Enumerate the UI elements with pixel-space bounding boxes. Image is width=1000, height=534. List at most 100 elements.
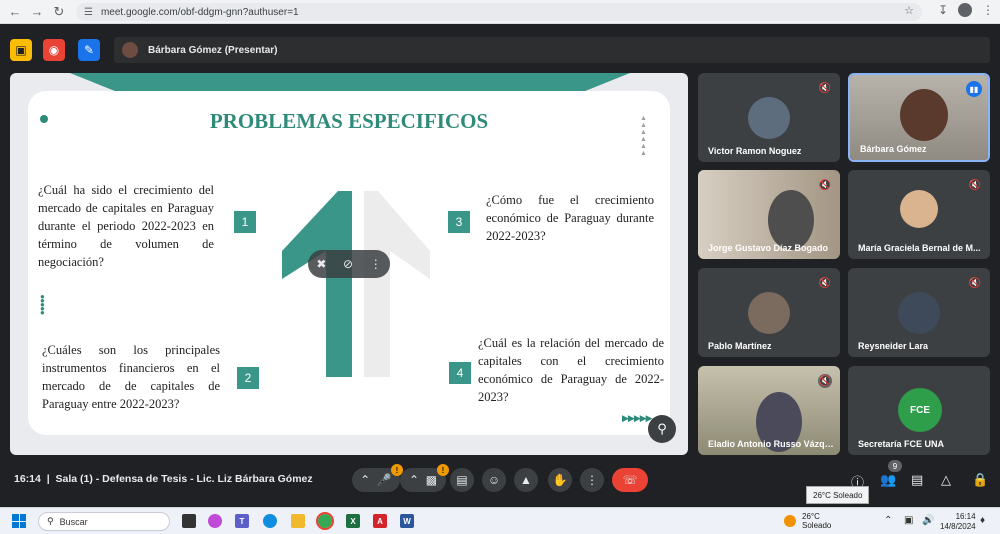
menu-kebab-icon[interactable]: ⋮ bbox=[982, 3, 994, 17]
mic-off-icon: 🔇 bbox=[818, 179, 832, 191]
chevron-up-icon: ⌃ bbox=[408, 473, 420, 487]
chat-icon[interactable]: ▤ bbox=[911, 472, 923, 488]
participant-name: Secretaría FCE UNA bbox=[858, 439, 945, 449]
chevron-up-icon[interactable]: ⌃ bbox=[884, 515, 892, 526]
record-icon[interactable]: ◉ bbox=[43, 39, 65, 61]
participant-tile[interactable]: 🔇 Victor Ramon Noguez bbox=[698, 73, 840, 162]
participant-name: Victor Ramon Noguez bbox=[708, 146, 802, 156]
speaking-indicator-icon: ▮▮ bbox=[966, 81, 982, 97]
windows-start-icon[interactable] bbox=[12, 514, 26, 528]
avatar bbox=[898, 292, 940, 334]
activities-icon[interactable]: △ bbox=[941, 472, 951, 488]
hide-video-icon[interactable]: ⊘ bbox=[343, 257, 353, 271]
slide-title: PROBLEMAS ESPECIFICOS bbox=[209, 109, 489, 133]
presenter-chip[interactable]: Bárbara Gómez (Presentar) bbox=[114, 37, 990, 63]
bookmark-star-icon[interactable]: ☆ bbox=[904, 4, 914, 17]
url-text: meet.google.com/obf-ddgm-gnn?authuser=1 bbox=[100, 6, 299, 18]
mic-button[interactable]: ⌃ 🎤 ! bbox=[352, 464, 403, 492]
weather-tooltip: 26°C Soleado bbox=[806, 486, 870, 504]
mic-off-icon: 🔇 bbox=[818, 277, 832, 289]
slide-header-band bbox=[70, 73, 630, 91]
excel-icon[interactable]: X bbox=[346, 514, 360, 528]
mic-off-icon: 🔇 bbox=[818, 374, 832, 388]
reactions-button[interactable]: ☺ bbox=[482, 468, 506, 492]
weather-temp: 26°C bbox=[802, 512, 820, 521]
presentation-area: PROBLEMAS ESPECIFICOS ▲ ▲ ▲ ▲ ▲ ▲ ¿Cuál ha si… bbox=[10, 73, 688, 455]
edge-icon[interactable] bbox=[263, 514, 277, 528]
volume-icon[interactable]: 🔊 bbox=[922, 515, 934, 526]
stop-presenting-icon[interactable]: ▣ bbox=[10, 39, 32, 61]
participant-name: Jorge Gustavo Díaz Bogado bbox=[708, 243, 829, 253]
address-bar[interactable]: ☰ meet.google.com/obf-ddgm-gnn?authuser=… bbox=[76, 3, 922, 21]
avatar bbox=[748, 292, 790, 334]
host-controls-icon[interactable]: 🔒 bbox=[972, 472, 988, 488]
participant-tile[interactable]: 🔇 Eladio Antonio Russo Vázqu... bbox=[698, 366, 840, 455]
participant-name: Reysneider Lara bbox=[858, 341, 929, 351]
notification-bell-icon[interactable]: ♦ bbox=[980, 515, 985, 526]
question-4-number: 4 bbox=[449, 362, 471, 384]
leave-call-button[interactable]: ☏ bbox=[612, 468, 648, 492]
taskbar-clock[interactable]: 16:14 14/8/2024 bbox=[940, 512, 976, 532]
decorative-arrow-dots: ▶▶▶▶▶ bbox=[622, 413, 653, 423]
teams-icon[interactable]: T bbox=[235, 514, 249, 528]
raise-hand-button[interactable]: ✋ bbox=[548, 468, 572, 492]
mic-off-icon: 🔇 bbox=[818, 82, 832, 94]
weather-desc: Soleado bbox=[802, 521, 832, 530]
whiteboard-icon[interactable]: ✎ bbox=[78, 39, 100, 61]
weather-widget[interactable]: 26°C Soleado bbox=[802, 512, 831, 530]
chrome-icon[interactable] bbox=[316, 512, 334, 530]
fce-logo: FCE bbox=[898, 388, 942, 432]
people-icon[interactable]: 👥 bbox=[880, 472, 896, 488]
download-icon[interactable]: ↧ bbox=[938, 3, 948, 17]
profile-avatar[interactable] bbox=[958, 3, 972, 17]
forward-icon[interactable]: → bbox=[26, 1, 48, 23]
mic-off-icon: 🔇 bbox=[968, 277, 982, 289]
phone-hangup-icon: ☏ bbox=[622, 473, 638, 487]
search-placeholder: Buscar bbox=[59, 516, 88, 527]
avatar bbox=[748, 97, 790, 139]
participant-tile[interactable]: 🔇 Pablo Martínez bbox=[698, 268, 840, 357]
network-icon[interactable]: ▣ bbox=[904, 515, 913, 526]
windows-taskbar: ⚲ Buscar T X A W 26°C Soleado ⌃ ▣ 🔊 16:1… bbox=[0, 507, 1000, 534]
participant-tile-active[interactable]: ▮▮ Bárbara Gómez bbox=[848, 73, 990, 162]
participant-name: Eladio Antonio Russo Vázqu... bbox=[708, 439, 834, 449]
avatar bbox=[768, 190, 814, 250]
taskbar-date: 14/8/2024 bbox=[940, 522, 976, 531]
camera-button[interactable]: ⌃ ▩ ! bbox=[400, 464, 449, 492]
participant-tile[interactable]: 🔇 María Graciela Bernal de M... bbox=[848, 170, 990, 259]
zoom-icon[interactable]: ⚲ bbox=[648, 415, 676, 443]
emoji-icon: ☺ bbox=[487, 473, 501, 487]
taskbar-time: 16:14 bbox=[955, 512, 976, 521]
presenter-avatar bbox=[122, 42, 138, 58]
site-info-icon[interactable]: ☰ bbox=[84, 7, 93, 18]
participant-tile[interactable]: 🔇 Reysneider Lara bbox=[848, 268, 990, 357]
more-options-icon[interactable]: ⋮ bbox=[370, 257, 382, 271]
meeting-time: 16:14 bbox=[14, 473, 41, 485]
decorative-vertical-dots: ● ● ● ● ● bbox=[40, 292, 45, 317]
reload-icon[interactable]: ↻ bbox=[48, 1, 70, 23]
captions-button[interactable]: ▤ bbox=[450, 468, 474, 492]
present-button[interactable]: ▲ bbox=[514, 468, 538, 492]
back-icon[interactable]: ← bbox=[4, 1, 26, 23]
hand-icon: ✋ bbox=[552, 473, 568, 487]
taskbar-search[interactable]: ⚲ Buscar bbox=[38, 512, 170, 531]
arrow-graphic bbox=[282, 191, 430, 377]
word-icon[interactable]: W bbox=[400, 514, 414, 528]
decorative-dots: ▲ ▲ ▲ ▲ ▲ ▲ bbox=[640, 115, 647, 157]
copilot-icon[interactable] bbox=[208, 514, 222, 528]
camera-off-icon: ▩ bbox=[425, 473, 438, 487]
more-options-button[interactable]: ⋮ bbox=[580, 468, 604, 492]
question-2-number: 2 bbox=[237, 367, 259, 389]
task-view-icon[interactable] bbox=[182, 514, 196, 528]
people-count-badge: 9 bbox=[888, 460, 902, 472]
acrobat-icon[interactable]: A bbox=[373, 514, 387, 528]
file-explorer-icon[interactable] bbox=[291, 514, 305, 528]
camera-warning-badge: ! bbox=[437, 464, 449, 476]
unpin-icon[interactable]: ✖ bbox=[316, 257, 326, 271]
meet-top-bar: ▣ ◉ ✎ Bárbara Gómez (Presentar) bbox=[0, 24, 1000, 70]
participant-tile[interactable]: FCE Secretaría FCE UNA bbox=[848, 366, 990, 455]
participant-tile[interactable]: 🔇 Jorge Gustavo Díaz Bogado bbox=[698, 170, 840, 259]
presenter-label: Bárbara Gómez (Presentar) bbox=[148, 44, 278, 56]
presentation-overlay-controls: ✖ ⊘ ⋮ bbox=[308, 250, 390, 278]
fce-logo-text: FCE bbox=[910, 404, 930, 416]
